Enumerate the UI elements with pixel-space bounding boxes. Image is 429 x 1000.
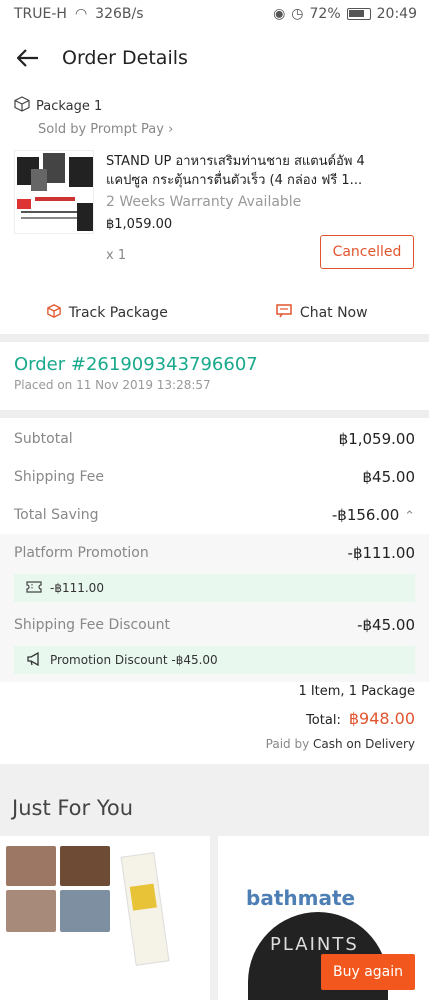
- price-summary: Subtotal ฿1,059.00 Shipping Fee ฿45.00 T…: [0, 420, 429, 682]
- seller-link[interactable]: Sold by Prompt Pay ›: [0, 120, 429, 139]
- package-header: Package 1: [0, 92, 429, 120]
- subtotal-value: ฿1,059.00: [338, 430, 415, 448]
- cancelled-status-button[interactable]: Cancelled: [320, 235, 414, 269]
- ticket-icon: [26, 580, 42, 596]
- promotion-chip: Promotion Discount -฿45.00: [14, 646, 415, 674]
- product-thumbnail: [14, 150, 94, 234]
- platform-promo-row: Platform Promotion -฿111.00: [0, 534, 429, 572]
- product-image-tile: [60, 846, 110, 886]
- track-package-button[interactable]: Track Package: [0, 296, 215, 330]
- status-bar: TRUE-H ◠ 326B/s ◉ ◷ 72% 20:49: [0, 0, 429, 30]
- package-box-icon: [14, 96, 30, 116]
- just-for-you-title: Just For You: [12, 796, 134, 820]
- package-name: Package 1: [36, 98, 103, 114]
- platform-promo-label: Platform Promotion: [14, 545, 149, 561]
- product-image-text: PLAINTS: [270, 934, 359, 955]
- shipping-row: Shipping Fee ฿45.00: [0, 458, 429, 496]
- subtotal-row: Subtotal ฿1,059.00: [0, 420, 429, 458]
- shipping-value: ฿45.00: [362, 468, 416, 486]
- package-section: Package 1 Sold by Prompt Pay › STAND UP …: [0, 92, 429, 269]
- wifi-icon: ◠: [74, 6, 88, 22]
- page-title: Order Details: [62, 47, 188, 69]
- items-count: 1 Item, 1 Package: [298, 684, 415, 699]
- chat-now-label: Chat Now: [299, 305, 368, 321]
- app-header: Order Details: [0, 30, 429, 86]
- saving-value-wrap: -฿156.00 ⌃: [332, 506, 415, 524]
- payment-method: Cash on Delivery: [313, 737, 415, 751]
- product-price: ฿1,059.00: [106, 217, 173, 232]
- chat-now-button[interactable]: Chat Now: [215, 296, 429, 330]
- product-tube-image: [120, 852, 170, 966]
- order-number[interactable]: Order #261909343796607: [14, 354, 258, 375]
- network-speed: 326B/s: [95, 6, 144, 22]
- promotion-breakdown: Platform Promotion -฿111.00 -฿111.00 Shi…: [0, 534, 429, 682]
- clock: 20:49: [376, 6, 417, 22]
- alarm-icon: ◷: [291, 6, 304, 22]
- warranty-text: 2 Weeks Warranty Available: [106, 194, 302, 210]
- payment-line: Paid by Cash on Delivery: [0, 734, 415, 754]
- shipping-discount-value: -฿45.00: [357, 616, 415, 634]
- product-image-tile: [60, 890, 110, 932]
- product-title: STAND UP อาหารเสริมท่านชาย สแตนด์อัพ 4 แ…: [106, 154, 365, 188]
- chat-icon: [276, 304, 292, 322]
- buy-again-button[interactable]: Buy again: [321, 954, 415, 990]
- battery-icon: [346, 8, 371, 20]
- track-package-label: Track Package: [68, 305, 168, 321]
- platform-promo-value: -฿111.00: [347, 544, 415, 562]
- voucher-chip: -฿111.00: [14, 574, 415, 602]
- order-info: Order #261909343796607 Placed on 11 Nov …: [14, 354, 258, 392]
- total-label: Total:: [306, 713, 341, 728]
- product-quantity: x 1: [106, 248, 127, 263]
- section-divider: [0, 410, 429, 418]
- product-image-tile: [6, 890, 56, 932]
- cube-icon: [46, 304, 61, 322]
- recommendation-card[interactable]: [0, 836, 210, 1000]
- package-actions: Track Package Chat Now: [0, 296, 429, 330]
- battery-percent: 72%: [309, 6, 341, 22]
- eye-icon: ◉: [273, 6, 286, 22]
- promotion-chip-text: Promotion Discount -฿45.00: [50, 653, 218, 667]
- voucher-chip-text: -฿111.00: [50, 581, 104, 595]
- shipping-label: Shipping Fee: [14, 469, 105, 485]
- total-amount: ฿948.00: [348, 709, 415, 728]
- chevron-up-icon: ⌃: [404, 509, 415, 524]
- section-divider: [0, 334, 429, 342]
- saving-label: Total Saving: [14, 507, 99, 523]
- seller-label: Sold by Prompt Pay: [38, 122, 164, 137]
- total-line: Total: ฿948.00: [0, 704, 415, 734]
- carrier-label: TRUE-H: [14, 6, 67, 22]
- subtotal-label: Subtotal: [14, 431, 73, 447]
- shipping-discount-row: Shipping Fee Discount -฿45.00: [0, 606, 429, 644]
- product-image-tile: [6, 846, 56, 886]
- product-brand-text: bathmate: [246, 886, 356, 910]
- megaphone-icon: [26, 651, 42, 669]
- saving-value: -฿156.00: [331, 506, 400, 524]
- paid-by-label: Paid by: [265, 737, 310, 751]
- order-totals: 1 Item, 1 Package Total: ฿948.00 Paid by …: [0, 680, 429, 754]
- back-arrow-icon[interactable]: [0, 30, 56, 86]
- shipping-discount-label: Shipping Fee Discount: [14, 617, 170, 633]
- chevron-right-icon: ›: [168, 122, 174, 137]
- order-item[interactable]: STAND UP อาหารเสริมท่านชาย สแตนด์อัพ 4 แ…: [14, 150, 414, 280]
- total-saving-row[interactable]: Total Saving -฿156.00 ⌃: [0, 496, 429, 534]
- order-placed-date: Placed on 11 Nov 2019 13:28:57: [14, 378, 211, 392]
